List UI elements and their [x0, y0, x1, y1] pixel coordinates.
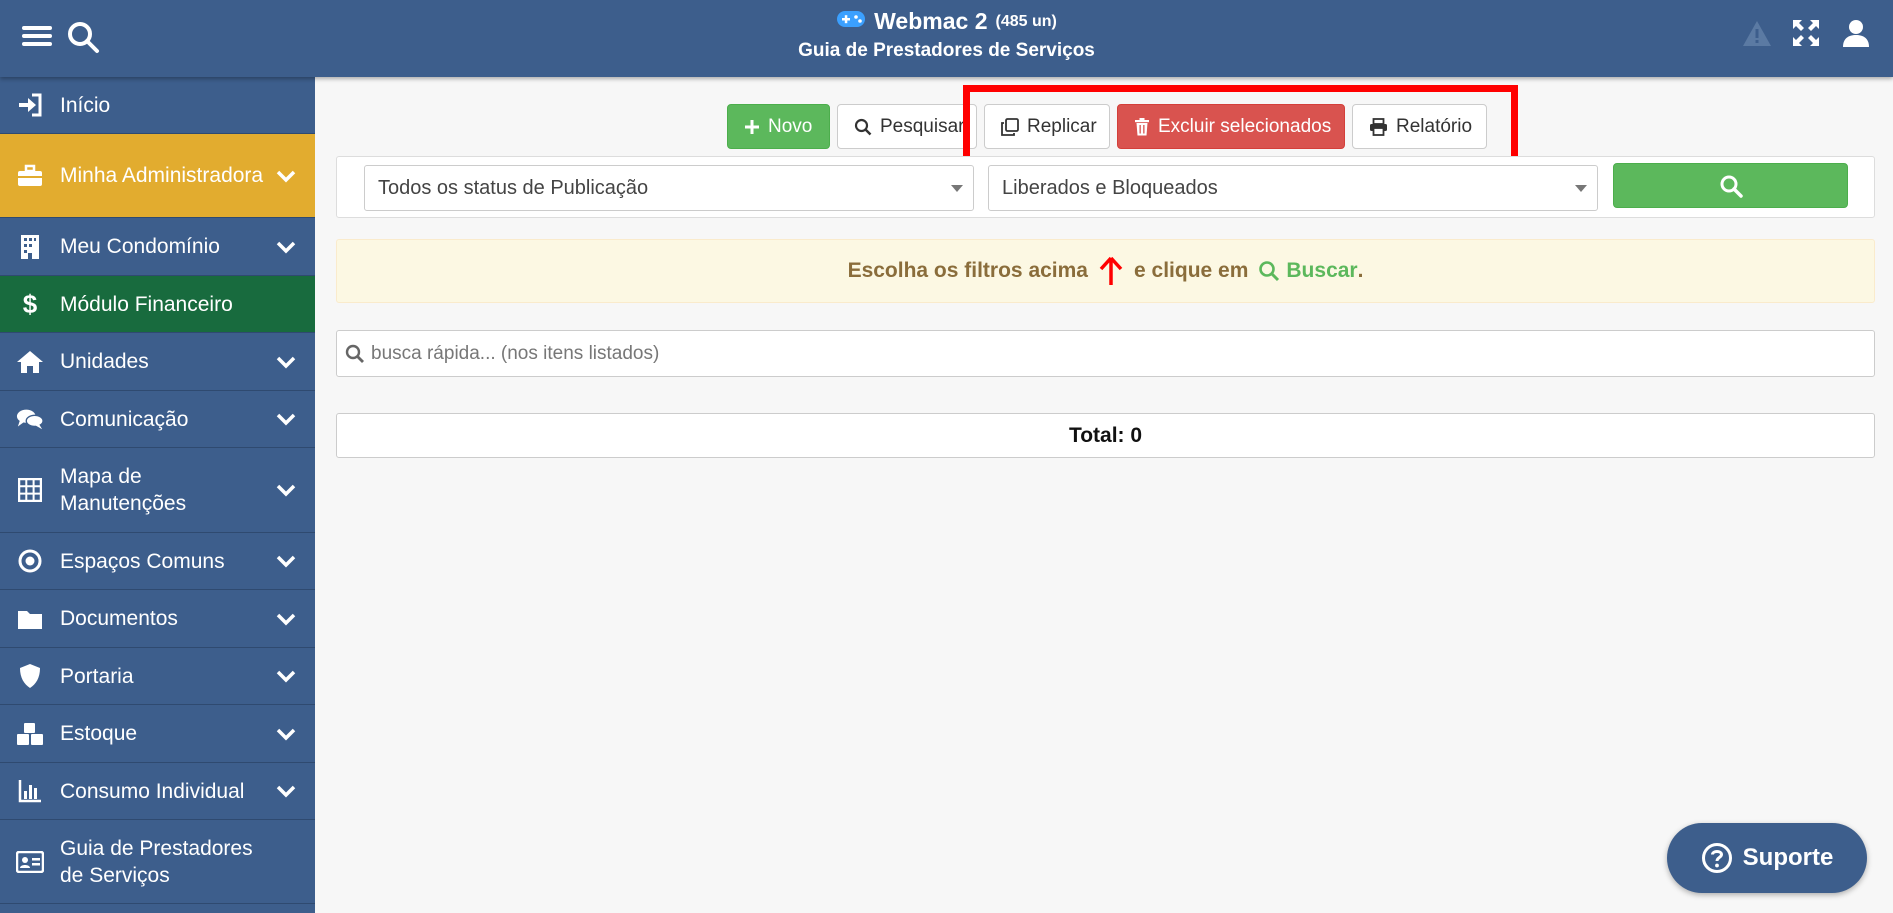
quick-search-input[interactable] — [371, 342, 1851, 365]
chevron-down-icon — [275, 665, 297, 687]
filter-search-button[interactable] — [1613, 163, 1848, 208]
caret-down-icon — [951, 185, 963, 192]
copy-icon — [1001, 117, 1019, 136]
chevron-down-icon — [275, 780, 297, 802]
unit-count: (485 un) — [995, 12, 1057, 30]
chevron-down-icon — [275, 408, 297, 430]
question-circle-icon — [1701, 843, 1732, 873]
sidebar-item-espacos-comuns[interactable]: Espaços Comuns — [0, 533, 315, 590]
sidebar-item-comunicacao[interactable]: Comunicação — [0, 391, 315, 448]
sidebar: Início Minha Administradora Meu Condomín… — [0, 77, 315, 913]
sidebar-item-label: Guia de Prestadores de Serviços — [60, 836, 253, 887]
search-icon — [1259, 261, 1280, 282]
sidebar-item-meu-condominio[interactable]: Meu Condomínio — [0, 218, 315, 276]
replicate-button[interactable]: Replicar — [984, 104, 1110, 149]
sidebar-item-label: Comunicação — [60, 407, 189, 431]
search-icon — [1720, 175, 1743, 198]
page-title: Guia de Prestadores de Serviços — [798, 40, 1095, 61]
caret-down-icon — [1575, 185, 1587, 192]
building-icon — [16, 233, 44, 261]
chevron-down-icon — [275, 165, 297, 187]
comments-icon — [16, 405, 44, 433]
id-card-icon — [16, 848, 44, 876]
home-icon — [16, 348, 44, 376]
dollar-icon: $ — [22, 288, 38, 319]
sidebar-item-modulo-financeiro[interactable]: $ Módulo Financeiro — [0, 276, 315, 333]
sidebar-item-label: Consumo Individual — [60, 779, 245, 803]
bar-chart-icon — [16, 777, 44, 805]
publication-status-select[interactable]: Todos os status de Publicação — [364, 165, 974, 211]
dot-circle-icon — [16, 547, 44, 575]
sidebar-item-label: Minha Administradora — [60, 164, 264, 187]
top-header: Webmac 2 (485 un) Guia de Prestadores de… — [0, 0, 1893, 77]
sidebar-item-minha-administradora[interactable]: Minha Administradora — [0, 134, 315, 218]
sidebar-item-guia-de-prestadores[interactable]: Guia de Prestadores de Serviços — [0, 820, 315, 904]
sign-in-icon — [16, 91, 44, 119]
shield-icon — [16, 662, 44, 690]
sidebar-item-label: Documentos — [60, 607, 178, 630]
chevron-down-icon — [275, 608, 297, 630]
delete-selected-button[interactable]: Excluir selecionados — [1117, 104, 1345, 149]
plus-icon — [745, 119, 759, 134]
sidebar-item-label: Mapa de Manutenções — [60, 465, 187, 515]
action-toolbar: Novo Pesquisar Replicar Excluir selecion… — [727, 104, 1487, 149]
sidebar-item-mapa-de-manutencoes[interactable]: Mapa de Manutenções — [0, 448, 315, 533]
cubes-icon — [16, 720, 44, 748]
sidebar-item-label: Início — [60, 93, 111, 117]
new-button[interactable]: Novo — [727, 104, 830, 149]
support-button[interactable]: Suporte — [1667, 823, 1867, 893]
header-title: Webmac 2 (485 un) Guia de Prestadores de… — [0, 8, 1893, 62]
sidebar-item-label: Meu Condomínio — [60, 235, 220, 258]
print-icon — [1370, 117, 1387, 136]
sidebar-item-documentos[interactable]: Documentos — [0, 590, 315, 648]
sidebar-item-portaria[interactable]: Portaria — [0, 648, 315, 705]
total-count: Total: 0 — [336, 413, 1875, 458]
quick-search-bar — [336, 330, 1875, 377]
app-name: Webmac 2 — [874, 8, 988, 34]
search-icon — [854, 118, 872, 135]
report-button[interactable]: Relatório — [1352, 104, 1487, 149]
chevron-down-icon — [275, 236, 297, 258]
folder-icon — [16, 605, 44, 633]
sidebar-item-estoque[interactable]: Estoque — [0, 705, 315, 763]
trash-icon — [1135, 117, 1149, 135]
chevron-down-icon — [275, 479, 297, 501]
sidebar-item-label: Portaria — [60, 664, 134, 688]
sidebar-item-inicio[interactable]: Início — [0, 77, 315, 134]
search-icon — [345, 344, 364, 363]
warning-icon[interactable] — [1741, 18, 1773, 50]
search-button[interactable]: Pesquisar — [837, 104, 977, 149]
sidebar-item-label: Módulo Financeiro — [60, 292, 233, 316]
gamepad-icon — [836, 8, 866, 35]
arrow-up-icon — [1099, 256, 1123, 285]
sidebar-item-label: Estoque — [60, 722, 138, 745]
filter-panel: Todos os status de Publicação Liberados … — [336, 156, 1875, 218]
chevron-down-icon — [275, 351, 297, 373]
sidebar-item-label: Espaços Comuns — [60, 549, 225, 573]
briefcase-icon — [16, 162, 44, 190]
chevron-down-icon — [275, 723, 297, 745]
main-content: Novo Pesquisar Replicar Excluir selecion… — [315, 77, 1893, 913]
filter-notice: Escolha os filtros acima e clique em Bus… — [336, 239, 1875, 303]
release-status-select[interactable]: Liberados e Bloqueados — [988, 165, 1598, 211]
grid-icon — [16, 476, 44, 504]
chevron-down-icon — [275, 550, 297, 572]
sidebar-item-unidades[interactable]: Unidades — [0, 333, 315, 391]
fullscreen-icon[interactable] — [1791, 18, 1823, 50]
sidebar-item-label: Unidades — [60, 350, 149, 373]
user-icon[interactable] — [1841, 18, 1873, 50]
sidebar-item-consumo-individual[interactable]: Consumo Individual — [0, 763, 315, 820]
